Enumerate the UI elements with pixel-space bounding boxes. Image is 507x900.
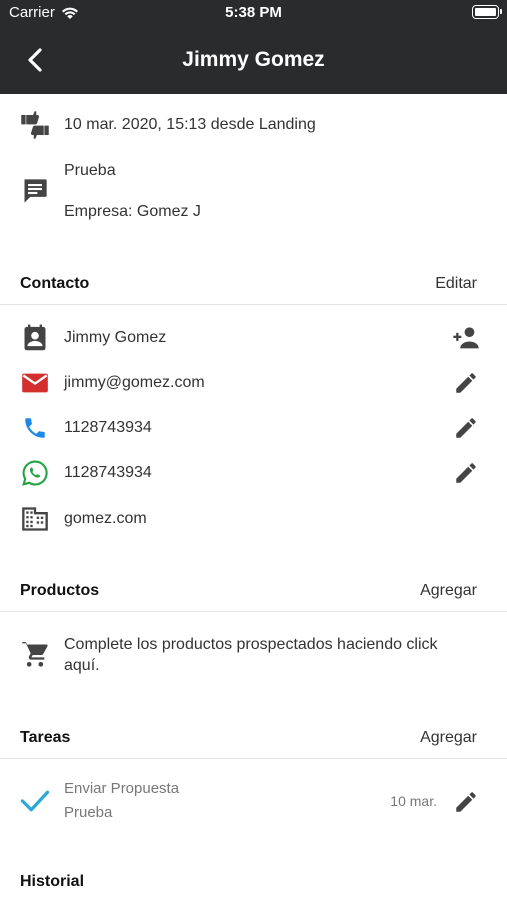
contact-email: jimmy@gomez.com — [64, 374, 205, 391]
contact-name: Jimmy Gomez — [64, 329, 167, 346]
task-title: Enviar Propuesta — [64, 780, 180, 797]
edit-whatsapp-pencil-icon[interactable] — [451, 458, 481, 488]
contact-name-row[interactable]: Jimmy Gomez — [0, 323, 507, 353]
whatsapp-icon — [20, 458, 50, 488]
task-subtitle: Prueba — [64, 804, 113, 821]
page-title: Jimmy Gomez — [182, 48, 325, 71]
email-icon — [20, 368, 50, 398]
edit-contact-button[interactable]: Editar — [435, 275, 477, 293]
add-person-icon[interactable] — [451, 323, 481, 353]
edit-email-pencil-icon[interactable] — [451, 368, 481, 398]
comment-icon — [20, 176, 50, 206]
contact-website-row[interactable]: gomez.com — [0, 504, 507, 534]
products-section-header: Productos Agregar — [0, 572, 507, 612]
edit-phone-pencil-icon[interactable] — [451, 413, 481, 443]
contact-header-label: Contacto — [20, 275, 90, 292]
contact-phone-row[interactable]: 1128743934 — [0, 413, 507, 443]
contact-whatsapp-row[interactable]: 1128743934 — [0, 458, 507, 488]
lead-note-line1: Prueba — [64, 162, 116, 179]
thumbs-up-down-icon — [20, 110, 50, 140]
edit-task-pencil-icon[interactable] — [451, 787, 481, 817]
add-task-button[interactable]: Agregar — [420, 729, 477, 747]
building-icon — [20, 504, 50, 534]
phone-icon — [20, 413, 50, 443]
navigation-bar: Jimmy Gomez — [0, 26, 507, 94]
lead-note-row: Prueba Empresa: Gomez J — [0, 156, 507, 226]
shopping-cart-icon — [20, 640, 50, 670]
products-empty-row[interactable]: Complete los productos prospectados haci… — [0, 630, 507, 680]
add-product-button[interactable]: Agregar — [420, 582, 477, 600]
products-header-label: Productos — [20, 582, 100, 599]
contact-section-header: Contacto Editar — [0, 265, 507, 305]
contact-website: gomez.com — [64, 510, 147, 527]
task-item[interactable]: Enviar Propuesta Prueba 10 mar. — [0, 775, 507, 831]
contact-card-icon — [20, 323, 50, 353]
task-date: 10 mar. — [390, 793, 437, 809]
contact-whatsapp: 1128743934 — [64, 464, 152, 481]
status-time: 5:38 PM — [225, 4, 282, 21]
lead-date-source: 10 mar. 2020, 15:13 desde Landing — [64, 116, 316, 133]
lead-source-row: 10 mar. 2020, 15:13 desde Landing — [0, 110, 507, 140]
battery-icon — [472, 5, 502, 19]
lead-note-line2: Empresa: Gomez J — [64, 203, 201, 220]
products-empty-text: Complete los productos prospectados haci… — [64, 636, 438, 674]
contact-phone: 1128743934 — [64, 419, 152, 436]
check-icon[interactable] — [20, 786, 50, 816]
history-section-header: Historial — [0, 863, 507, 900]
tasks-header-label: Tareas — [20, 729, 71, 746]
history-header-label: Historial — [20, 873, 85, 890]
tasks-section-header: Tareas Agregar — [0, 719, 507, 759]
status-bar: Carrier 5:38 PM — [0, 0, 507, 26]
contact-email-row[interactable]: jimmy@gomez.com — [0, 368, 507, 398]
